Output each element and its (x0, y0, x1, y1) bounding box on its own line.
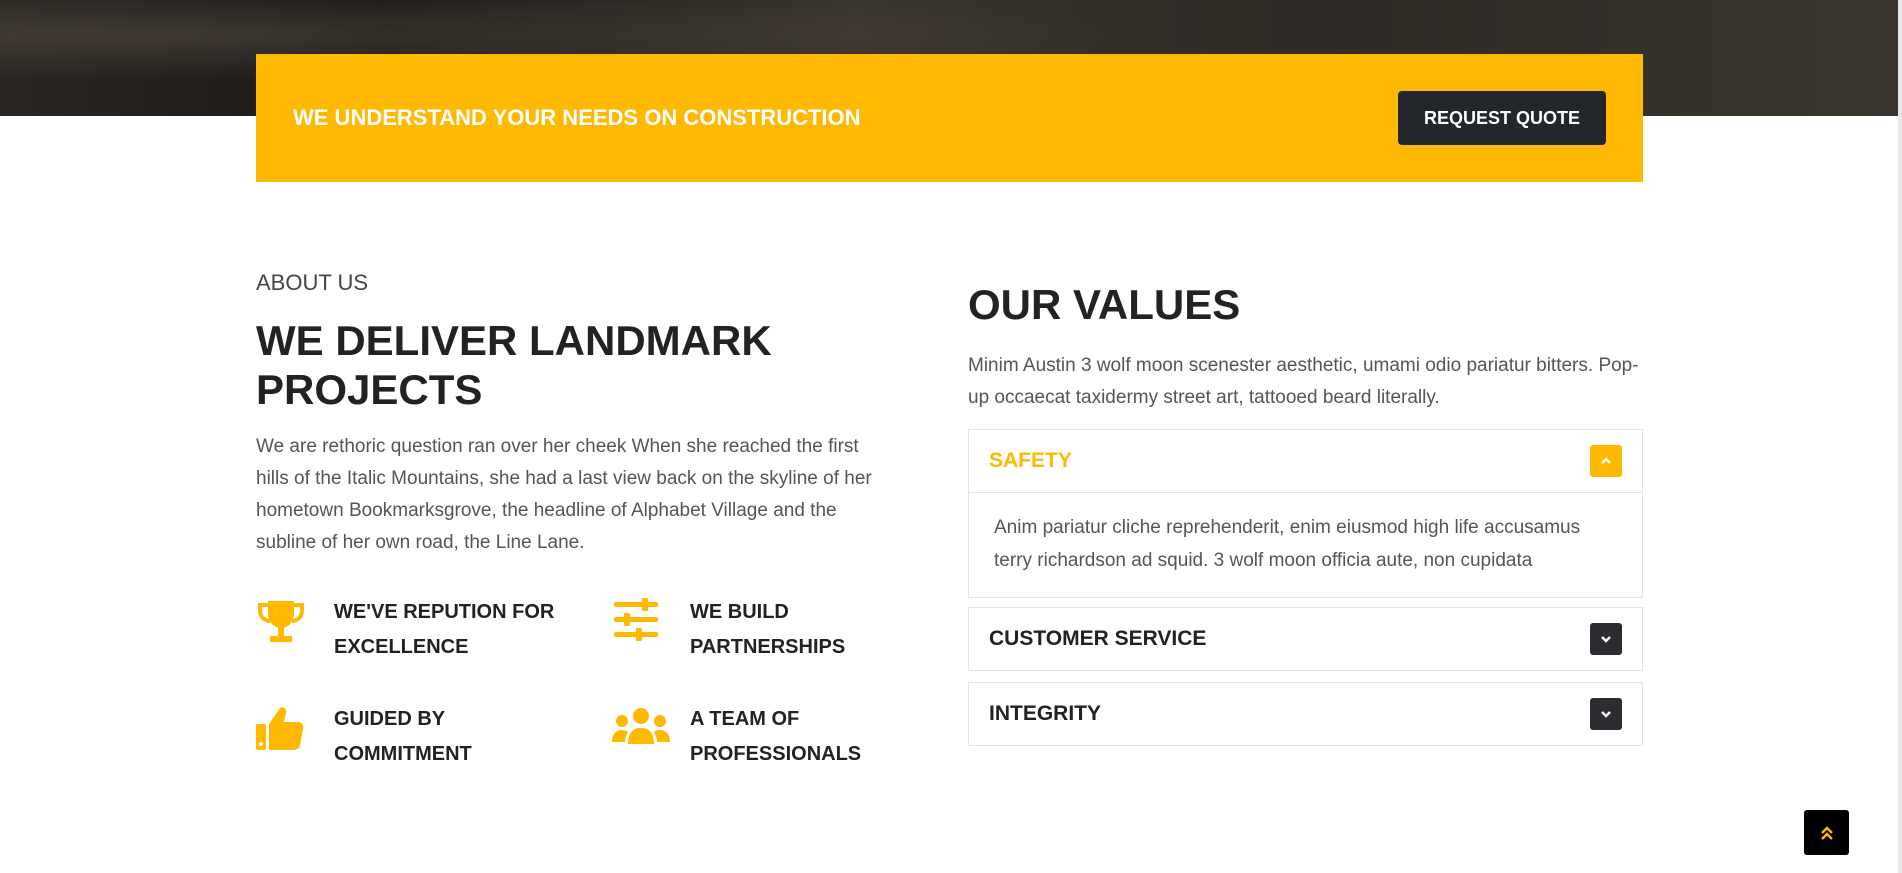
sliders-icon (614, 598, 658, 641)
feature-label: EXCELLENCE (334, 636, 469, 658)
chevron-up-icon[interactable] (1590, 445, 1622, 477)
about-title: WE DELIVER LANDMARK PROJECTS (256, 317, 772, 413)
feature-label: A TEAM OF (690, 708, 800, 730)
accordion-title: CUSTOMER SERVICE (989, 627, 1207, 650)
chevron-down-icon[interactable] (1590, 623, 1622, 655)
chevron-down-icon[interactable] (1590, 698, 1622, 730)
feature-label: WE'VE REPUTION FOR (334, 601, 555, 623)
accordion-header-integrity[interactable]: INTEGRITY (969, 683, 1642, 745)
values-title: OUR VALUES (968, 281, 1241, 328)
accordion-item-safety: SAFETY Anim pariatur cliche reprehenderi… (968, 429, 1643, 598)
about-section: ABOUT US WE DELIVER LANDMARK PROJECTS We… (256, 270, 896, 559)
about-subtitle: ABOUT US (256, 270, 369, 295)
accordion-item-integrity: INTEGRITY (968, 682, 1643, 746)
accordion-title: INTEGRITY (989, 702, 1102, 725)
feature-partnerships: WE BUILD PARTNERSHIPS (612, 595, 942, 675)
accordion-body-safety: Anim pariatur cliche reprehenderit, enim… (969, 492, 1642, 597)
feature-excellence: WE'VE REPUTION FOR EXCELLENCE (256, 595, 586, 675)
accordion-header-customer-service[interactable]: CUSTOMER SERVICE (969, 608, 1642, 670)
feature-commitment: GUIDED BY COMMITMENT (256, 702, 586, 782)
about-text: We are rethoric question ran over her ch… (256, 436, 872, 553)
accordion-item-customer-service: CUSTOMER SERVICE (968, 607, 1643, 671)
values-section: OUR VALUES Minim Austin 3 wolf moon scen… (968, 280, 1643, 414)
feature-label: GUIDED BY (334, 708, 446, 730)
thumbs-up-icon (256, 707, 304, 750)
feature-label: COMMITMENT (334, 743, 472, 765)
feature-team: A TEAM OF PROFESSIONALS (612, 702, 942, 782)
request-quote-button[interactable]: REQUEST QUOTE (1398, 91, 1606, 145)
feature-label: PROFESSIONALS (690, 743, 862, 765)
scroll-to-top-button[interactable] (1804, 810, 1849, 855)
double-chevron-up-icon (1820, 825, 1833, 840)
trophy-icon (258, 601, 304, 642)
accordion-title: SAFETY (989, 449, 1072, 472)
cta-title: WE UNDERSTAND YOUR NEEDS ON CONSTRUCTION (293, 105, 861, 130)
users-icon (612, 708, 670, 744)
feature-label: WE BUILD (690, 601, 789, 623)
cta-banner: WE UNDERSTAND YOUR NEEDS ON CONSTRUCTION… (256, 54, 1643, 182)
accordion-header-safety[interactable]: SAFETY (969, 430, 1642, 492)
page-scrollbar[interactable] (1898, 0, 1902, 873)
values-text: Minim Austin 3 wolf moon scenester aesth… (968, 355, 1639, 408)
feature-label: PARTNERSHIPS (690, 636, 846, 658)
